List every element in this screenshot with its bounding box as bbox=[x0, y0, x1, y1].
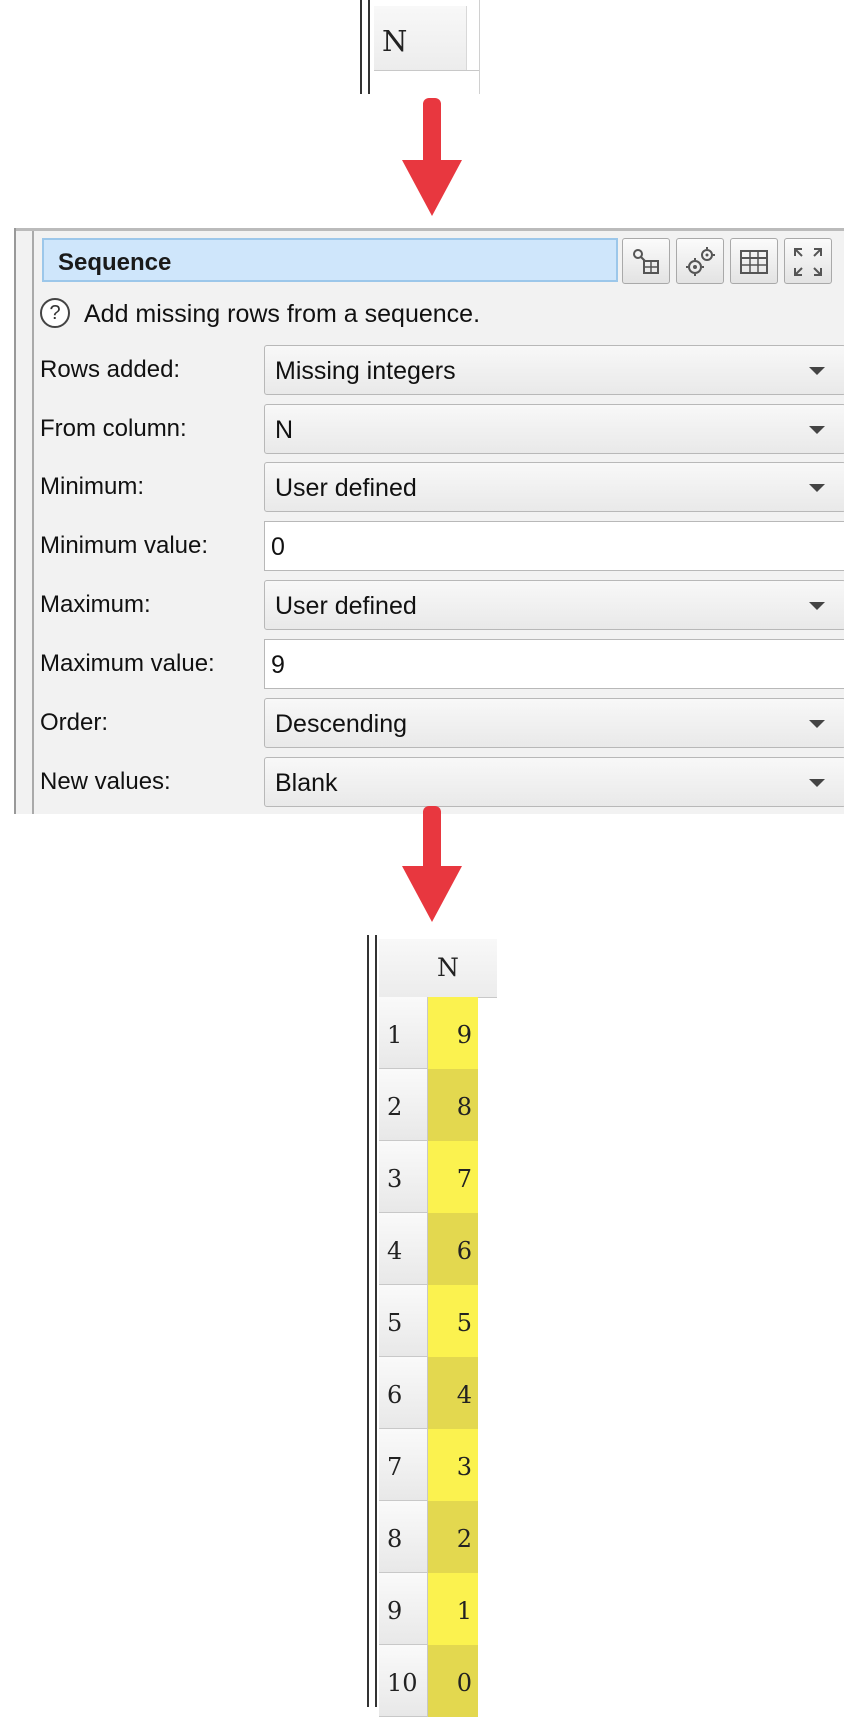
maximum-row: Maximum: User defined bbox=[40, 580, 844, 632]
table-row: 6 4 bbox=[379, 1357, 497, 1429]
table-row: 2 8 bbox=[379, 1069, 497, 1141]
maximum-value-label: Maximum value: bbox=[40, 650, 215, 677]
dropdown-value: User defined bbox=[275, 592, 417, 620]
table-view-button[interactable] bbox=[730, 238, 778, 284]
chevron-down-icon bbox=[809, 426, 825, 434]
order-label: Order: bbox=[40, 709, 109, 736]
table-row: 5 5 bbox=[379, 1285, 497, 1357]
table-cell[interactable]: 1 bbox=[428, 1573, 478, 1645]
new-values-dropdown[interactable]: Blank bbox=[264, 757, 844, 807]
from-column-label: From column: bbox=[40, 415, 187, 442]
panel-title-bar[interactable]: Sequence bbox=[42, 238, 618, 282]
table-row: 8 2 bbox=[379, 1501, 497, 1573]
row-index: 7 bbox=[379, 1429, 428, 1501]
from-column-row: From column: N bbox=[40, 404, 844, 456]
maximum-value-row: Maximum value: 9 bbox=[40, 639, 844, 691]
table-cell[interactable]: 9 bbox=[428, 997, 478, 1069]
table-cell[interactable]: 8 bbox=[428, 1069, 478, 1141]
table-row: 4 6 bbox=[379, 1213, 497, 1285]
table-row: 1 9 bbox=[379, 997, 497, 1069]
minimum-value-field[interactable]: 0 bbox=[264, 521, 844, 571]
help-text: Add missing rows from a sequence. bbox=[84, 300, 481, 328]
row-index: 5 bbox=[379, 1285, 428, 1357]
table-row: 10 0 bbox=[379, 1645, 497, 1717]
link-table-icon bbox=[633, 249, 659, 274]
row-index: 9 bbox=[379, 1573, 428, 1645]
table-icon bbox=[740, 250, 768, 274]
table-row: 7 3 bbox=[379, 1429, 497, 1501]
field-value: 9 bbox=[271, 651, 285, 679]
chevron-down-icon bbox=[809, 720, 825, 728]
help-icon[interactable]: ? bbox=[40, 298, 70, 328]
order-dropdown[interactable]: Descending bbox=[264, 698, 844, 748]
chevron-down-icon bbox=[809, 779, 825, 787]
table-cell[interactable]: 0 bbox=[428, 1645, 478, 1717]
sequence-transform-panel: Sequence ? Add missing rows from a seque… bbox=[14, 228, 844, 814]
table-row: 9 1 bbox=[379, 1573, 497, 1645]
arrow-down-icon bbox=[402, 98, 462, 218]
dropdown-value: N bbox=[275, 416, 294, 444]
column-header-n[interactable]: N bbox=[379, 939, 497, 998]
minimum-row: Minimum: User defined bbox=[40, 462, 844, 514]
maximum-label: Maximum: bbox=[40, 591, 151, 618]
from-column-dropdown[interactable]: N bbox=[264, 404, 844, 454]
row-index: 6 bbox=[379, 1357, 428, 1429]
chevron-down-icon bbox=[809, 602, 825, 610]
table-cell[interactable]: 2 bbox=[428, 1501, 478, 1573]
row-index: 3 bbox=[379, 1141, 428, 1213]
dropdown-value: User defined bbox=[275, 474, 417, 502]
maximum-value-field[interactable]: 9 bbox=[264, 639, 844, 689]
rows-added-label: Rows added: bbox=[40, 356, 181, 383]
field-value: 0 bbox=[271, 533, 285, 561]
row-index: 8 bbox=[379, 1501, 428, 1573]
table-cell[interactable]: 4 bbox=[428, 1357, 478, 1429]
panel-title: Sequence bbox=[58, 249, 172, 276]
new-values-label: New values: bbox=[40, 768, 171, 795]
maximum-dropdown[interactable]: User defined bbox=[264, 580, 844, 630]
row-index: 1 bbox=[379, 997, 428, 1069]
minimum-value-row: Minimum value: 0 bbox=[40, 521, 844, 573]
column-header-label: N bbox=[382, 24, 408, 58]
minimum-dropdown[interactable]: User defined bbox=[264, 462, 844, 512]
row-index: 10 bbox=[379, 1645, 428, 1717]
table-cell[interactable]: 5 bbox=[428, 1285, 478, 1357]
rows-added-dropdown[interactable]: Missing integers bbox=[264, 345, 844, 395]
arrow-down-icon bbox=[402, 806, 462, 926]
table-cell[interactable]: 7 bbox=[428, 1141, 478, 1213]
order-row: Order: Descending bbox=[40, 698, 844, 750]
column-header-label: N bbox=[437, 953, 459, 982]
gear-icon bbox=[686, 247, 715, 276]
chevron-down-icon bbox=[809, 367, 825, 375]
row-index: 4 bbox=[379, 1213, 428, 1285]
column-header-n[interactable]: N bbox=[374, 6, 467, 72]
new-values-row: New values: Blank bbox=[40, 757, 844, 809]
rows-added-row: Rows added: Missing integers bbox=[40, 345, 844, 397]
table-cell[interactable]: 6 bbox=[428, 1213, 478, 1285]
dropdown-value: Descending bbox=[275, 710, 408, 738]
expand-icon bbox=[794, 248, 822, 276]
table-row: 3 7 bbox=[379, 1141, 497, 1213]
table-cell[interactable]: 3 bbox=[428, 1429, 478, 1501]
link-table-button[interactable] bbox=[622, 238, 670, 284]
settings-button[interactable] bbox=[676, 238, 724, 284]
dropdown-value: Blank bbox=[275, 769, 338, 797]
output-table: N 1 9 2 8 3 7 4 6 5 5 6 4 7 3 8 2 9 1 10… bbox=[367, 935, 497, 1717]
minimum-label: Minimum: bbox=[40, 473, 145, 500]
minimum-value-label: Minimum value: bbox=[40, 532, 209, 559]
dropdown-value: Missing integers bbox=[275, 357, 456, 385]
chevron-down-icon bbox=[809, 484, 825, 492]
expand-button[interactable] bbox=[784, 238, 832, 284]
row-index: 2 bbox=[379, 1069, 428, 1141]
input-table-snippet: N bbox=[360, 0, 480, 94]
